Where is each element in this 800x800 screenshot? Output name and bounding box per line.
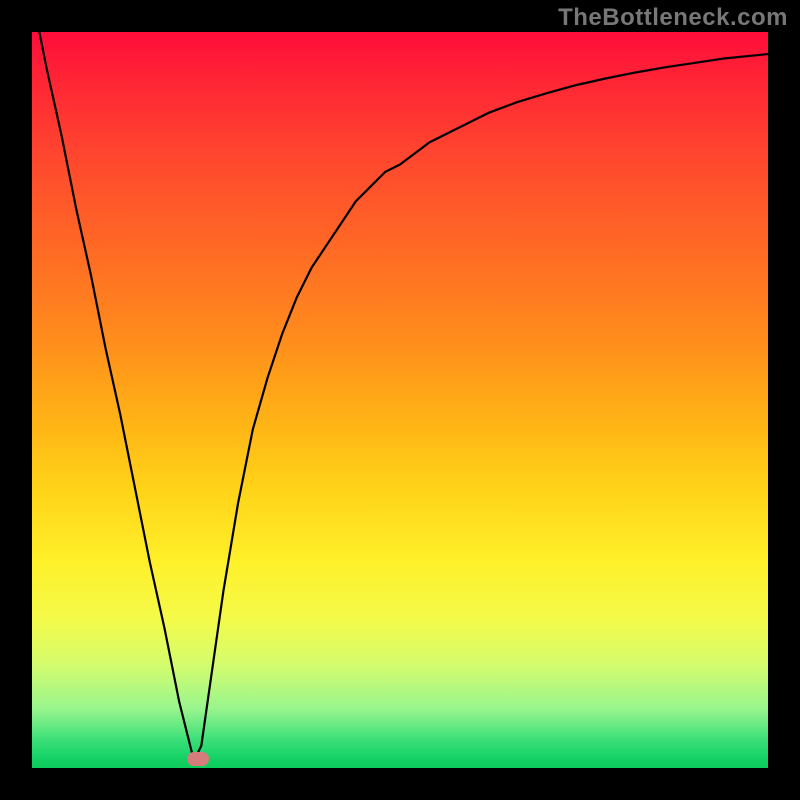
curve-svg xyxy=(32,32,768,768)
minimum-marker xyxy=(187,752,209,766)
plot-area xyxy=(32,32,768,768)
chart-frame: TheBottleneck.com xyxy=(0,0,800,800)
watermark-text: TheBottleneck.com xyxy=(558,4,788,32)
bottleneck-curve xyxy=(32,32,768,761)
